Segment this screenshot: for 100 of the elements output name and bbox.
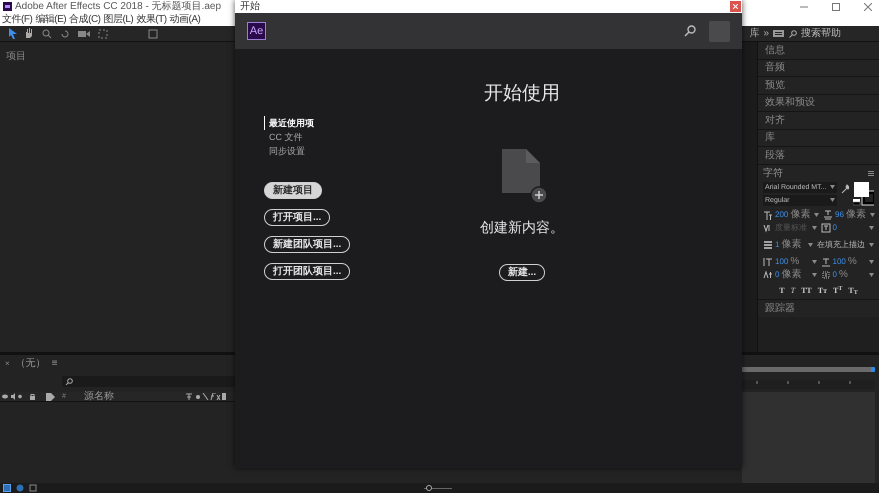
metric-unit: %	[848, 256, 857, 266]
metric-value[interactable]: 96	[835, 210, 844, 218]
dialog-title: 开始	[240, 2, 260, 12]
action-button[interactable]: 打开项目...	[264, 209, 330, 226]
metric-value[interactable]: 0	[832, 270, 837, 278]
hand-tool-icon[interactable]	[24, 28, 34, 39]
rotate-tool-icon[interactable]	[60, 28, 70, 38]
caret-icon	[812, 272, 816, 276]
metric-value[interactable]: 在填充上描边	[817, 240, 865, 248]
render-icon[interactable]	[16, 484, 24, 492]
metric-unit: %	[838, 270, 848, 280]
caret-icon	[812, 260, 816, 264]
new-button[interactable]: 新建...	[498, 264, 546, 281]
fill-stroke-swatch-icon[interactable]	[852, 182, 874, 206]
metric-unit: 像素	[790, 210, 810, 220]
panel-header[interactable]: 信息	[758, 42, 879, 60]
close-tab-button[interactable]: ×	[5, 360, 10, 368]
window-title: Adobe After Effects CC 2018 - 无标题项目.aep	[15, 2, 222, 12]
pan-tool-icon[interactable]	[98, 28, 108, 38]
slider-thumb[interactable]	[426, 485, 432, 491]
text-style-button[interactable]: T$_{T}$	[848, 286, 858, 294]
camera-tool-icon[interactable]	[78, 30, 90, 38]
caret-icon	[869, 226, 874, 230]
menu-item[interactable]: 效果(T)	[136, 14, 167, 24]
metric-unit: 像素	[781, 270, 802, 280]
metric-value[interactable]: 0	[775, 270, 780, 278]
app-logo: Ae	[247, 22, 266, 40]
av-switches-icon	[2, 393, 36, 400]
caret-icon	[870, 212, 875, 216]
panel-title[interactable]: 字符	[763, 166, 783, 180]
rectangle-tool-icon[interactable]	[148, 28, 158, 38]
panel-header[interactable]: 库	[758, 130, 879, 147]
text-style-button[interactable]: T	[790, 286, 796, 294]
empty-state-message: 创建新内容。	[480, 220, 564, 234]
panel-header[interactable]: 音频	[758, 60, 879, 77]
panel-menu-button[interactable]: ≡	[52, 359, 58, 369]
close-icon	[733, 4, 738, 9]
label-tag-icon	[46, 392, 56, 400]
baseline-shift-icon	[763, 270, 773, 280]
menu-item[interactable]: 文件(F)	[2, 14, 32, 24]
help-search-field[interactable]: 搜索帮助	[801, 28, 871, 39]
metric-unit: %	[790, 256, 800, 266]
menu-item[interactable]: 图层(L)	[104, 14, 134, 24]
app-logo-icon	[3, 2, 12, 11]
selection-tool-icon[interactable]	[8, 28, 18, 39]
leading-icon	[823, 210, 833, 220]
text-style-button[interactable]: TT	[801, 286, 812, 294]
action-button[interactable]: 新建项目	[264, 182, 322, 199]
caret-icon	[869, 272, 874, 276]
panel-header[interactable]: 段落	[758, 147, 879, 164]
eyedropper-icon[interactable]	[841, 182, 849, 194]
search-icon	[65, 378, 74, 385]
panel-header[interactable]: 对齐	[758, 112, 879, 130]
dialog-heading: 开始使用	[484, 84, 560, 103]
text-style-button[interactable]: Tᴛ	[818, 286, 827, 294]
panel-header[interactable]: 预览	[758, 77, 879, 94]
tsume-icon	[820, 270, 830, 280]
panel-header[interactable]: 跟踪器	[758, 298, 879, 316]
caret-icon	[808, 242, 813, 246]
metric-value[interactable]: 0	[832, 224, 837, 232]
action-button[interactable]: 打开团队项目...	[264, 263, 350, 280]
menu-icon[interactable]	[868, 170, 874, 176]
keyboard-icon[interactable]	[773, 30, 784, 37]
overflow-button[interactable]: »	[763, 28, 769, 38]
search-icon[interactable]	[684, 25, 696, 37]
maximize-icon[interactable]	[832, 2, 840, 10]
horizontal-scale-icon	[820, 256, 830, 266]
caret-icon	[812, 226, 816, 230]
text-style-button[interactable]: T$^{T}$	[833, 286, 842, 294]
metric-value[interactable]: 100	[832, 258, 846, 266]
column-header: 源名称	[84, 392, 114, 402]
zoom-tool-icon[interactable]	[42, 28, 52, 38]
close-icon[interactable]	[864, 2, 872, 10]
metric-value[interactable]: 100	[775, 258, 788, 266]
nav-item[interactable]: CC 文件	[264, 130, 374, 144]
menu-item[interactable]: 合成(C)	[69, 14, 101, 24]
caret-icon	[830, 198, 835, 202]
close-button[interactable]	[730, 1, 741, 12]
panel-header[interactable]: 效果和预设	[758, 94, 879, 112]
action-button[interactable]: 新建团队项目...	[264, 236, 350, 253]
vertical-scale-icon	[763, 256, 773, 266]
panel-title[interactable]: 项目	[6, 51, 26, 62]
zoom-slider[interactable]	[424, 485, 452, 491]
caret-icon	[814, 212, 820, 216]
text-style-button[interactable]: T	[779, 286, 785, 294]
caret-icon	[830, 185, 835, 189]
composition-tab[interactable]: （无）	[16, 359, 46, 369]
metric-value[interactable]: 1	[775, 240, 780, 248]
nav-item[interactable]: 最近使用项	[264, 116, 374, 130]
search-icon	[789, 30, 797, 38]
caret-icon	[869, 242, 874, 246]
stroke-width-icon	[763, 240, 773, 250]
workspace-label[interactable]: 库	[749, 28, 760, 38]
new-document-icon	[502, 149, 548, 203]
metric-value[interactable]: 200	[775, 210, 788, 218]
nav-item[interactable]: 同步设置	[264, 144, 374, 158]
menu-item[interactable]: 编辑(E)	[35, 14, 66, 24]
metric-unit: 像素	[781, 240, 802, 250]
frame-icon[interactable]	[29, 484, 37, 492]
menu-item[interactable]: 动画(A)	[170, 14, 200, 24]
